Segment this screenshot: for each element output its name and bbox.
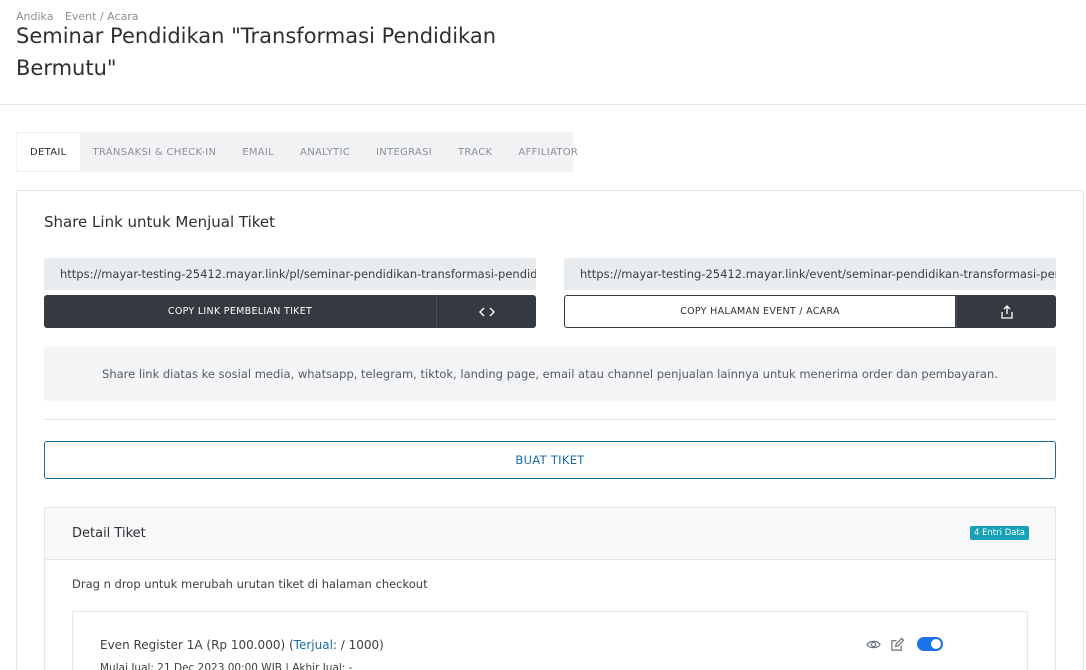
section-divider [44,419,1056,420]
tab-bar: DETAIL TRANSAKSI & CHECK-IN EMAIL ANALYT… [16,132,578,172]
purchase-link-actions: COPY LINK PEMBELIAN TIKET [44,295,536,328]
share-section-title: Share Link untuk Menjual Tiket [44,213,276,231]
copy-purchase-link-button[interactable]: COPY LINK PEMBELIAN TIKET [44,295,436,328]
ticket-name-line: Even Register 1A (Rp 100.000) (Terjual: … [100,638,384,652]
tab-analytic[interactable]: ANALYTIC [287,133,363,171]
purchase-link-field[interactable]: https://mayar-testing-25412.mayar.link/p… [44,258,536,290]
ticket-active-toggle[interactable] [917,637,943,651]
ticket-detail-header: Detail Tiket 4 Entri Data [45,508,1055,560]
tab-transaksi-checkin[interactable]: TRANSAKSI & CHECK-IN [80,133,230,171]
ticket-item[interactable]: Even Register 1A (Rp 100.000) (Terjual: … [72,611,1028,670]
page-title: Seminar Pendidikan "Transformasi Pendidi… [16,24,497,80]
ticket-detail-title: Detail Tiket [72,526,146,541]
ticket-price: (Rp 100.000) [206,638,286,652]
share-event-button[interactable] [956,295,1056,328]
ticket-detail-panel: Detail Tiket 4 Entri Data Drag n drop un… [44,507,1056,670]
drag-hint-text: Drag n drop untuk merubah urutan tiket d… [72,577,428,591]
embed-code-button[interactable] [436,295,536,328]
eye-icon [865,640,881,648]
ticket-name: Even Register 1A [100,638,203,652]
tab-integrasi[interactable]: INTEGRASI [363,133,445,171]
entry-count-badge: 4 Entri Data [969,526,1029,540]
page-header: Andika Event / Acara Seminar Pendidikan … [0,0,1086,105]
detail-card: Share Link untuk Menjual Tiket https://m… [16,190,1084,670]
event-link-actions: COPY HALAMAN EVENT / ACARA [564,295,1056,328]
edit-icon [890,637,904,651]
ticket-sale-dates: Mulai Jual: 21 Dec 2023 00:00 WIB | Akhi… [100,662,353,670]
ticket-sold-value: : / 1000) [332,638,384,652]
tab-email[interactable]: EMAIL [229,133,287,171]
edit-ticket-button[interactable] [889,636,905,652]
copy-event-page-button[interactable]: COPY HALAMAN EVENT / ACARA [564,295,956,328]
share-info-box: Share link diatas ke sosial media, whats… [44,347,1056,401]
ticket-sold-link[interactable]: Terjual [294,638,333,652]
view-ticket-button[interactable] [865,636,881,652]
tab-affiliator[interactable]: AFFILIATOR [505,133,591,171]
event-link-field[interactable]: https://mayar-testing-25412.mayar.link/e… [564,258,1056,290]
share-icon [1000,304,1013,319]
tab-detail[interactable]: DETAIL [17,133,80,171]
ticket-actions [865,636,943,652]
create-ticket-button[interactable]: BUAT TIKET [44,441,1056,479]
code-icon [478,307,495,316]
tab-track[interactable]: TRACK [445,133,505,171]
